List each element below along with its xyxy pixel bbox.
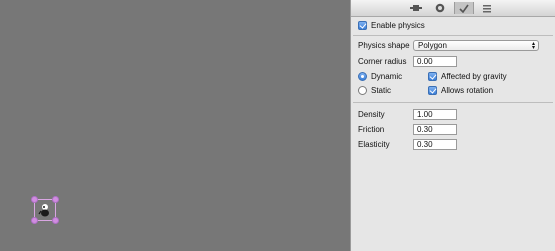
corner-radius-field[interactable]: 0.00 [413,56,457,67]
friction-field[interactable]: 0.30 [413,124,457,135]
dynamic-radio[interactable] [358,72,367,81]
elasticity-label: Elasticity [358,140,390,149]
divider [353,35,553,36]
resize-handle-bottom-right[interactable] [52,217,59,224]
resize-handle-top-right[interactable] [52,196,59,203]
selected-sprite[interactable] [31,196,59,224]
enable-physics-row[interactable]: Enable physics [358,21,425,30]
static-radio-row[interactable]: Static [358,86,391,95]
physics-shape-label: Physics shape [358,41,410,50]
elasticity-field[interactable]: 0.30 [413,139,457,150]
dynamic-radio-row[interactable]: Dynamic [358,72,402,81]
allows-rotation-label: Allows rotation [441,86,494,95]
inspector-toolbar [351,0,555,17]
checkmark-icon[interactable] [454,2,474,14]
enable-physics-label: Enable physics [371,21,425,30]
affected-by-gravity-label: Affected by gravity [441,72,507,81]
density-field[interactable]: 1.00 [413,109,457,120]
select-arrows-icon: ▴ ▾ [531,41,535,51]
allows-rotation-checkbox[interactable] [428,86,437,95]
density-label: Density [358,110,385,119]
divider [353,102,553,103]
sprite-figure-icon [38,204,49,217]
resize-handle-top-left[interactable] [31,196,38,203]
resize-handle-bottom-left[interactable] [31,217,38,224]
physics-shape-select[interactable]: Polygon ▴ ▾ [413,40,539,51]
corner-radius-label: Corner radius [358,57,407,66]
scene-canvas[interactable] [0,0,350,251]
physics-inspector: Enable physics Physics shape Polygon ▴ ▾ … [350,0,555,251]
static-radio[interactable] [358,86,367,95]
affected-by-gravity-checkbox[interactable] [428,72,437,81]
layers-icon[interactable] [478,2,496,14]
affected-by-gravity-row[interactable]: Affected by gravity [428,72,507,81]
physics-shape-value: Polygon [418,41,447,50]
node-properties-icon[interactable] [407,2,425,14]
dynamic-label: Dynamic [371,72,403,81]
enable-physics-checkbox[interactable] [358,21,367,30]
friction-label: Friction [358,125,385,134]
allows-rotation-row[interactable]: Allows rotation [428,86,493,95]
static-label: Static [371,86,392,95]
physics-icon[interactable] [431,2,449,14]
